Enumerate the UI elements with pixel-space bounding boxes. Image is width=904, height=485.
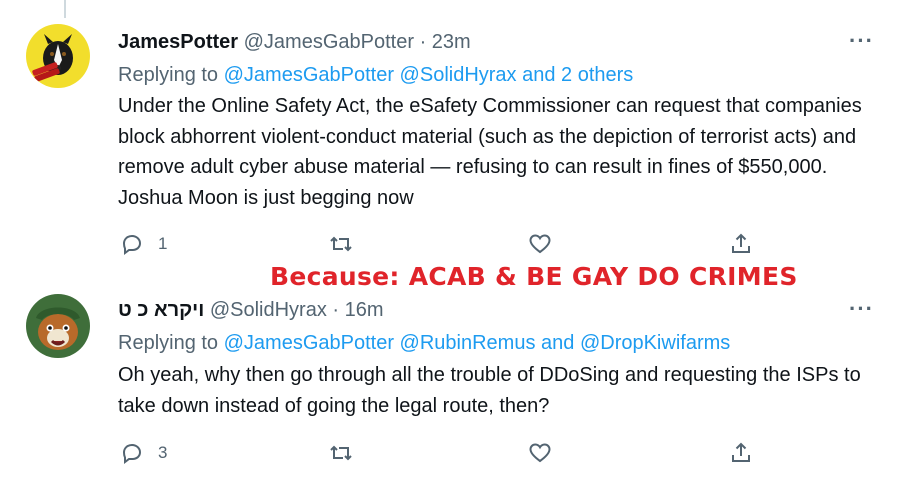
tweet-text: Under the Online Safety Act, the eSafety… (118, 95, 862, 209)
more-icon[interactable]: ··· (849, 28, 874, 54)
share-icon (732, 442, 750, 462)
reply-button[interactable]: 1 (120, 232, 167, 256)
retweet-icon (330, 236, 352, 252)
retweet-button[interactable] (329, 232, 353, 256)
dog-avatar-image (26, 24, 90, 88)
replying-to-links[interactable]: @JamesGabPotter @RubinRemus and @DropKiw… (224, 332, 731, 354)
share-button[interactable] (729, 232, 753, 256)
display-name[interactable]: ויקרא כ ט (118, 299, 204, 321)
like-button[interactable] (528, 441, 552, 465)
user-handle[interactable]: @JamesGabPotter (244, 31, 414, 53)
like-icon (529, 234, 551, 254)
avatar[interactable] (26, 24, 90, 88)
replying-to: Replying to @JamesGabPotter @SolidHyrax … (118, 64, 633, 87)
share-button[interactable] (729, 441, 753, 465)
avatar[interactable] (26, 294, 90, 358)
reply-count: 3 (158, 443, 168, 462)
timestamp[interactable]: 23m (432, 31, 471, 53)
reply-icon (122, 443, 142, 464)
tweet-header: ויקרא כ ט @SolidHyrax · 16m (118, 299, 384, 322)
replying-to: Replying to @JamesGabPotter @RubinRemus … (118, 332, 730, 355)
share-icon (732, 233, 750, 253)
hyrax-avatar-image (26, 294, 90, 358)
user-handle[interactable]: @SolidHyrax (210, 299, 327, 321)
tweet-header: JamesPotter @JamesGabPotter · 23m (118, 31, 471, 54)
display-name[interactable]: JamesPotter (118, 31, 238, 53)
tweet-1[interactable]: JamesPotter @JamesGabPotter · 23m ··· Re… (0, 0, 904, 262)
reply-count: 1 (158, 234, 168, 253)
tweet-2[interactable]: ויקרא כ ט @SolidHyrax · 16m ··· Replying… (0, 262, 904, 485)
reply-button[interactable]: 3 (120, 441, 167, 465)
replying-to-links[interactable]: @JamesGabPotter @SolidHyrax and 2 others (224, 64, 634, 86)
retweet-button[interactable] (329, 441, 353, 465)
retweet-icon (330, 445, 352, 461)
reply-icon (122, 234, 142, 255)
like-button[interactable] (528, 232, 552, 256)
timestamp[interactable]: 16m (345, 299, 384, 321)
separator-dot: · (332, 299, 340, 321)
replying-to-prefix: Replying to (118, 64, 224, 86)
like-icon (529, 443, 551, 463)
tweet-text: Oh yeah, why then go through all the tro… (118, 364, 861, 417)
separator-dot: · (419, 31, 427, 53)
replying-to-prefix: Replying to (118, 332, 224, 354)
more-icon[interactable]: ··· (849, 296, 874, 322)
